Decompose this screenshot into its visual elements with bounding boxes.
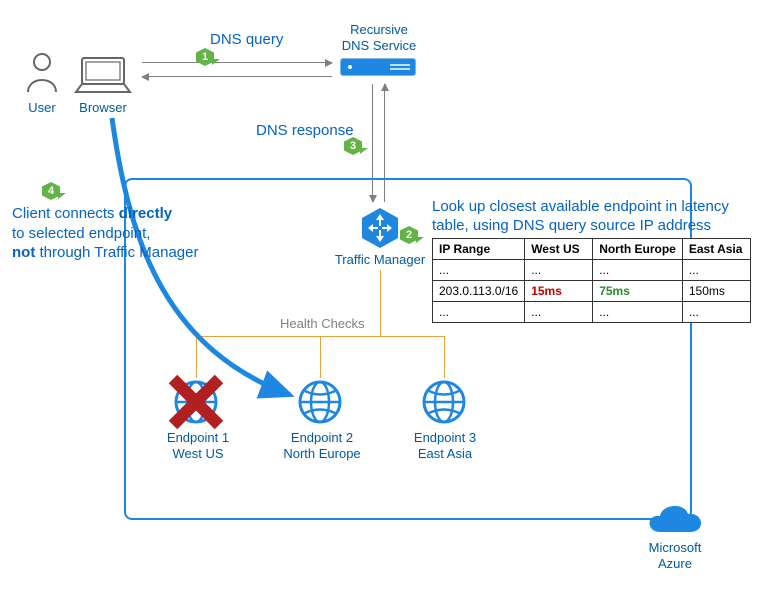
azure-label: MicrosoftAzure — [638, 540, 712, 571]
step4-text: Client connects directly to selected end… — [12, 204, 198, 263]
step4-badge: 4 — [42, 182, 66, 200]
